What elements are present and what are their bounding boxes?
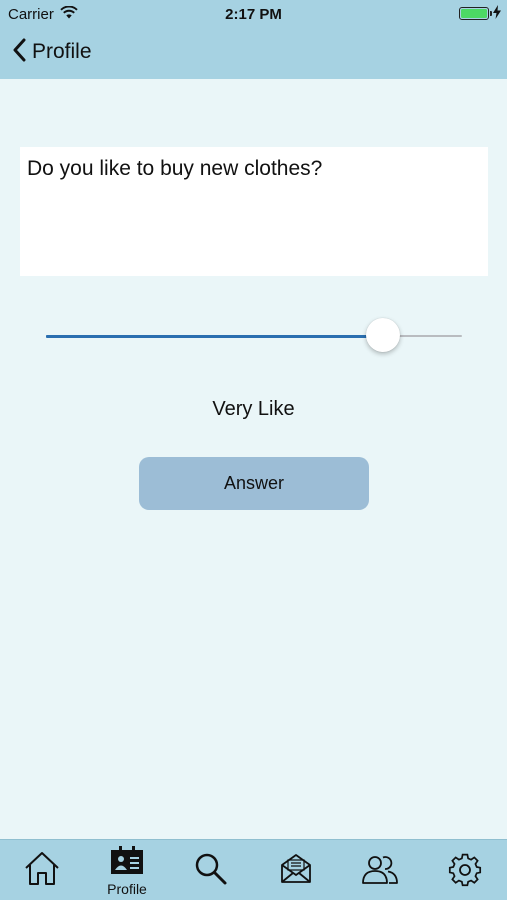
home-icon [23, 850, 61, 891]
search-icon [194, 852, 228, 891]
slider-value-label: Very Like [212, 398, 295, 420]
navigation-header: Carrier 2:17 PM Profile [0, 0, 507, 79]
tab-bar: Profile [0, 839, 507, 900]
tab-users[interactable] [338, 840, 422, 900]
back-button[interactable]: Profile [12, 36, 92, 68]
answer-slider[interactable] [46, 316, 462, 356]
gear-icon [448, 853, 482, 892]
status-time: 2:17 PM [225, 6, 282, 23]
slider-track-fill [46, 335, 383, 338]
tab-settings[interactable] [423, 840, 507, 900]
battery-icon [459, 7, 492, 20]
status-bar: Carrier 2:17 PM [0, 0, 507, 28]
back-button-label: Profile [32, 40, 92, 63]
tab-home[interactable] [0, 840, 84, 900]
answer-button[interactable]: Answer [139, 457, 369, 510]
users-icon [361, 854, 399, 889]
slider-thumb[interactable] [365, 318, 400, 352]
tab-profile[interactable]: Profile [85, 840, 169, 900]
tab-search[interactable] [169, 840, 253, 900]
question-text: Do you like to buy new clothes? [27, 157, 323, 180]
chevron-left-icon [12, 38, 26, 67]
profile-card-icon [110, 846, 144, 880]
mail-icon [280, 852, 312, 889]
tab-profile-label: Profile [107, 881, 147, 897]
tab-mail[interactable] [254, 840, 338, 900]
charging-icon [493, 5, 501, 22]
question-text-box: Do you like to buy new clothes? [20, 147, 488, 276]
